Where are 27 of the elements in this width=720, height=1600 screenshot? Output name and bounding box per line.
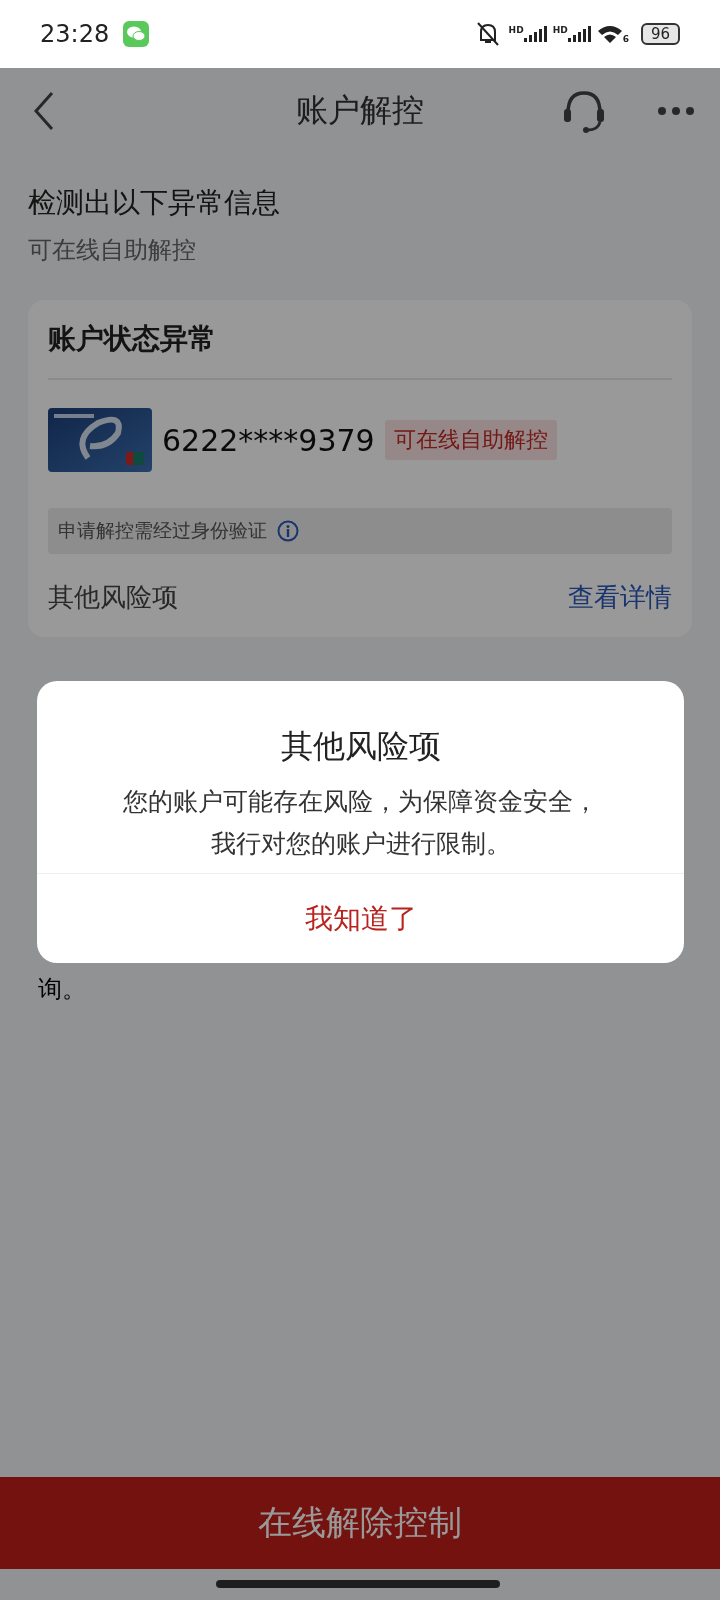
signal-icon: [523, 26, 547, 42]
network-label: HD: [508, 26, 524, 35]
chat-app-icon: [123, 21, 150, 47]
wifi-label: 6: [622, 34, 629, 44]
section-heading: 检测出以下异常信息: [28, 185, 281, 221]
battery-level: 96: [640, 23, 680, 45]
wifi-icon: [596, 24, 623, 44]
details-link[interactable]: 查看详情: [568, 580, 672, 615]
dialog-message: 您的账户可能存在风险，为保障资金安全， 我行对您的账户进行限制。: [122, 786, 599, 860]
status-time: 23:28: [40, 20, 110, 48]
body-text: 询。: [38, 974, 86, 1005]
notice-text: 申请解控需经过身份验证: [58, 518, 267, 543]
section-subtitle: 可在线自助解控: [28, 235, 197, 266]
bank-card-icon: [48, 408, 152, 472]
risk-label: 其他风险项: [48, 581, 178, 614]
card-title: 账户状态异常: [48, 320, 672, 380]
signal-icon: [567, 26, 591, 42]
dialog-title: 其他风险项: [279, 726, 442, 767]
page-title: 账户解控: [296, 90, 424, 131]
confirm-button[interactable]: 我知道了: [37, 873, 684, 963]
back-icon[interactable]: [32, 91, 56, 131]
card-number: 6222****9379: [162, 422, 375, 458]
status-tag: 可在线自助解控: [384, 420, 557, 460]
network-label: HD: [552, 26, 568, 35]
unlock-button[interactable]: 在线解除控制: [0, 1477, 720, 1569]
more-icon[interactable]: [656, 105, 696, 117]
info-icon[interactable]: [277, 520, 299, 542]
